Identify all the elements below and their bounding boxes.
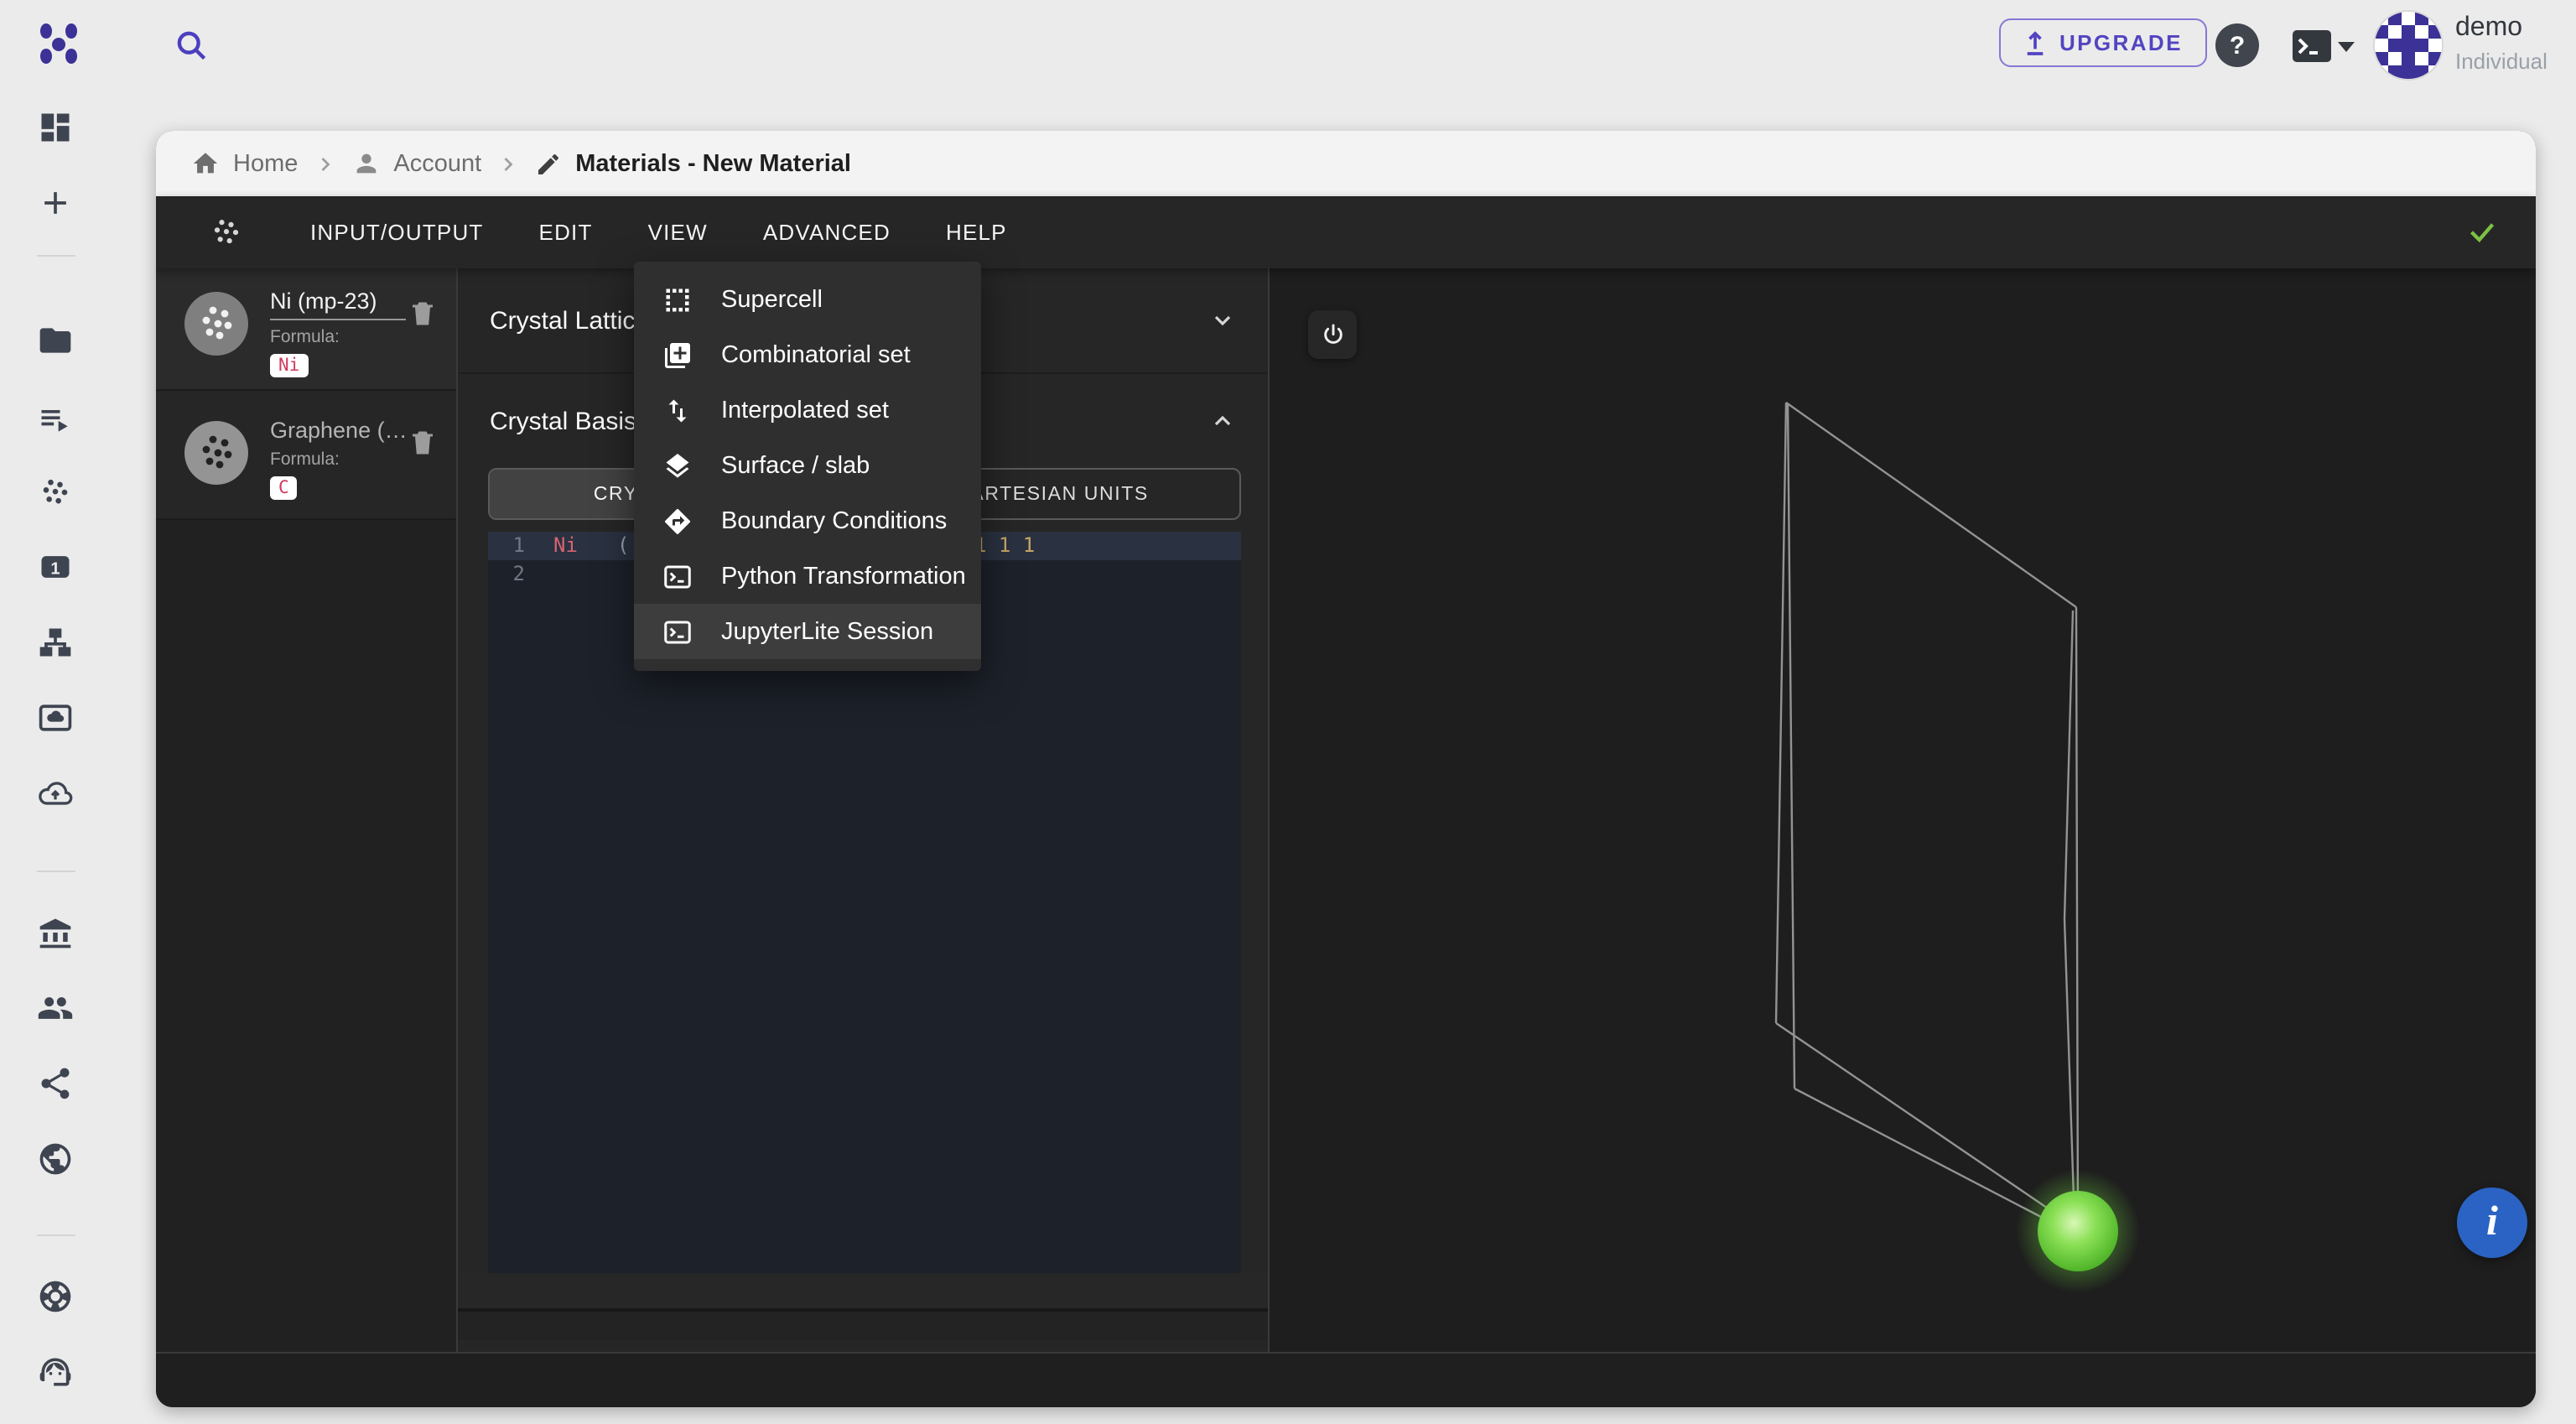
terminal-icon — [664, 620, 691, 643]
user-plan: Individual — [2455, 49, 2547, 74]
menu-edit[interactable]: EDIT — [539, 220, 593, 245]
upload-icon — [2027, 31, 2044, 55]
editor-footer-edge — [458, 1308, 1268, 1340]
caret-down-icon — [2338, 41, 2355, 51]
app-root: UPGRADE ? demo Individual 1 Home Account… — [0, 0, 2576, 1424]
material-item-graphene[interactable]: Graphene (… Formula: C — [156, 391, 456, 520]
menu-item-jupyterlite-session[interactable]: JupyterLite Session — [634, 604, 981, 659]
menu-input-output[interactable]: INPUT/OUTPUT — [310, 220, 484, 245]
menu-item-interpolated-set[interactable]: Interpolated set — [634, 382, 981, 438]
breadcrumb-home[interactable]: Home — [191, 149, 298, 178]
svg-text:1: 1 — [50, 559, 60, 578]
designer-window: Home Account Materials - New Material IN… — [156, 131, 2536, 1407]
structure-viewer[interactable]: i — [1270, 268, 2536, 1352]
menu-item-python-transformation[interactable]: Python Transformation — [634, 548, 981, 604]
breadcrumb-account[interactable]: Account — [351, 149, 481, 178]
bank-icon[interactable] — [37, 914, 74, 951]
layers-icon — [666, 453, 689, 477]
console-icon — [2293, 30, 2331, 62]
rail-divider — [37, 255, 75, 257]
menu-item-combinatorial-set[interactable]: Combinatorial set — [634, 327, 981, 382]
help-button[interactable]: ? — [2215, 23, 2259, 67]
power-icon — [1323, 323, 1342, 343]
search-icon[interactable] — [173, 27, 210, 64]
support-icon[interactable] — [37, 1354, 74, 1390]
chevron-right-icon — [504, 157, 513, 170]
upgrade-button[interactable]: UPGRADE — [1999, 18, 2208, 67]
supercell-grid-icon — [666, 288, 689, 311]
menu-view[interactable]: VIEW — [648, 220, 708, 245]
delete-material-button[interactable] — [408, 297, 438, 330]
rail-divider — [37, 871, 75, 872]
editor-footer — [458, 1273, 1268, 1308]
info-button[interactable]: i — [2457, 1188, 2527, 1258]
chevron-down-icon[interactable] — [1209, 307, 1236, 334]
menu-item-surface-slab[interactable]: Surface / slab — [634, 438, 981, 493]
materials-atoms-icon[interactable] — [37, 475, 74, 512]
formula-chip: Ni — [270, 354, 309, 377]
cloud-upload-icon[interactable] — [37, 775, 74, 812]
formula-chip: C — [270, 476, 298, 500]
team-icon[interactable] — [37, 990, 74, 1026]
window-footer — [156, 1352, 2536, 1407]
material-thumbnail — [184, 292, 248, 356]
add-icon[interactable] — [37, 184, 74, 221]
save-check-button[interactable] — [2465, 215, 2499, 248]
dashboard-icon[interactable] — [37, 109, 74, 146]
rail-divider — [37, 1234, 75, 1236]
delete-material-button[interactable] — [408, 426, 438, 460]
console-menu-button[interactable] — [2291, 29, 2355, 64]
breadcrumb-current: Materials - New Material — [535, 150, 851, 177]
menu-item-supercell[interactable]: Supercell — [634, 272, 981, 327]
library-add-icon — [665, 342, 690, 367]
material-thumbnail — [184, 421, 248, 485]
menu-item-boundary-conditions[interactable]: Boundary Conditions — [634, 493, 981, 548]
chevron-right-icon — [320, 157, 330, 170]
folder-icon[interactable] — [37, 322, 74, 359]
info-icon: i — [2486, 1199, 2498, 1245]
formula-label: Formula: — [270, 327, 340, 347]
home-icon — [193, 153, 218, 174]
jobs-list-icon[interactable] — [37, 401, 74, 438]
check-icon — [2470, 223, 2495, 243]
menu-advanced[interactable]: ADVANCED — [763, 220, 891, 245]
user-name[interactable]: demo — [2455, 13, 2522, 44]
avatar-identicon[interactable] — [2375, 12, 2442, 79]
unit-cell-wireframe — [1774, 402, 2140, 1293]
upgrade-label: UPGRADE — [2059, 30, 2183, 55]
menubar: INPUT/OUTPUT EDIT VIEW ADVANCED HELP — [156, 196, 2536, 268]
entity-one-icon[interactable]: 1 — [37, 548, 74, 585]
formula-label: Formula: — [270, 450, 340, 470]
directions-diamond-icon — [665, 507, 691, 533]
workflows-tree-icon[interactable] — [37, 624, 74, 661]
advanced-dropdown-menu: Supercell Combinatorial set Interpolated… — [634, 262, 981, 671]
nickel-atom — [2038, 1191, 2118, 1271]
token-paren: ( — [617, 533, 630, 557]
material-name[interactable]: Graphene (… — [270, 418, 406, 443]
person-icon — [356, 153, 376, 174]
material-atoms-icon — [214, 219, 239, 243]
swap-vert-icon — [668, 398, 687, 422]
power-toggle-button[interactable] — [1308, 310, 1357, 359]
app-logo-icon[interactable] — [34, 20, 84, 74]
materials-list-panel: Ni (mp-23) Formula: Ni Graphene (… Formu… — [156, 268, 456, 1352]
share-icon[interactable] — [37, 1065, 74, 1102]
content-row: Ni (mp-23) Formula: Ni Graphene (… Formu… — [156, 268, 2536, 1352]
chevron-up-icon[interactable] — [1209, 408, 1236, 434]
pencil-icon — [538, 153, 559, 174]
breadcrumb: Home Account Materials - New Material — [156, 131, 2536, 196]
token-coords: 1 1 1 — [974, 533, 1036, 557]
menu-help[interactable]: HELP — [946, 220, 1007, 245]
material-item-ni[interactable]: Ni (mp-23) Formula: Ni — [156, 268, 456, 391]
token-element: Ni — [553, 533, 578, 557]
globe-icon[interactable] — [37, 1141, 74, 1177]
help-icon: ? — [2229, 31, 2246, 60]
help-ring-icon[interactable] — [37, 1278, 74, 1315]
media-cloud-icon[interactable] — [37, 699, 74, 736]
terminal-icon — [664, 564, 691, 588]
material-name[interactable]: Ni (mp-23) — [270, 288, 406, 320]
